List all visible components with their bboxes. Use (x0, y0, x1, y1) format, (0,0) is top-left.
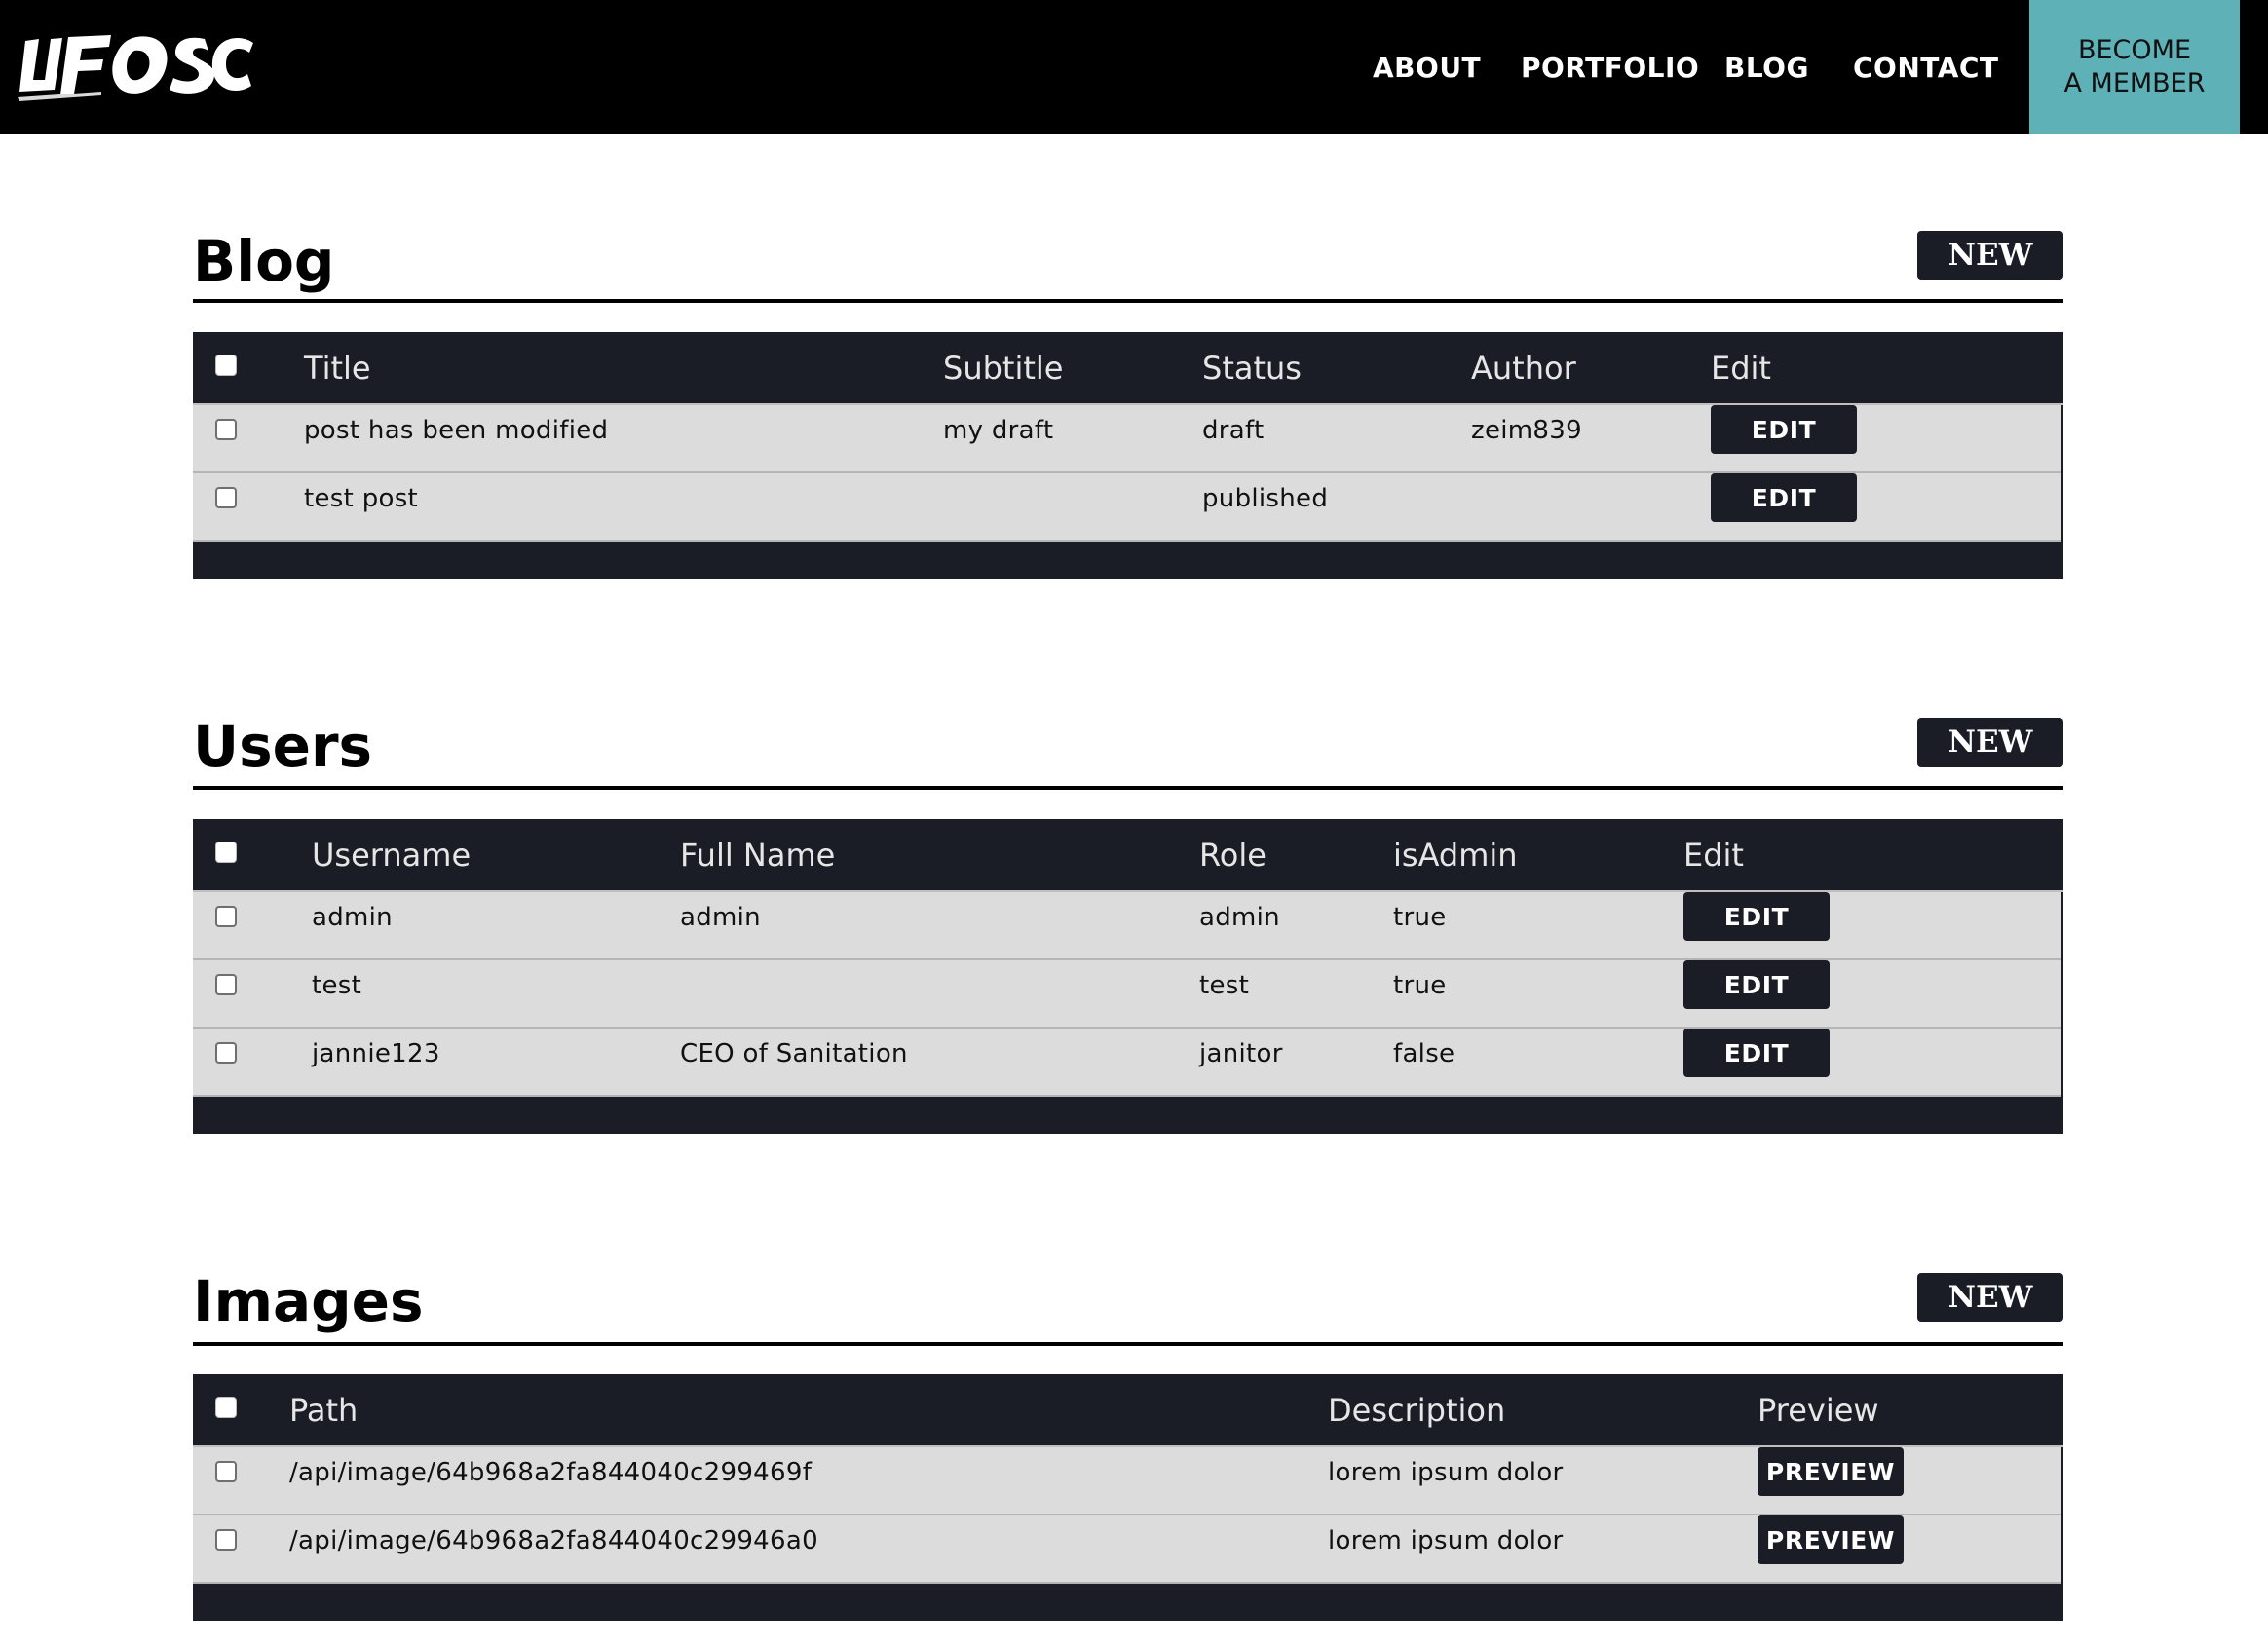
blog-row-subtitle: my draft (943, 416, 1054, 445)
users-row-checkbox[interactable] (215, 1042, 237, 1064)
blog-col-edit: Edit (1711, 349, 1771, 387)
nav-portfolio[interactable]: PORTFOLIO (1521, 0, 1699, 134)
users-edit-button[interactable]: EDIT (1683, 960, 1830, 1009)
users-row-full-name: CEO of Sanitation (680, 1039, 908, 1068)
users-row-role: test (1199, 971, 1250, 1000)
images-col-path: Path (289, 1391, 359, 1429)
blog-table-row: post has been modified my draft draft ze… (193, 405, 2061, 473)
images-row-description: lorem ipsum dolor (1328, 1458, 1564, 1487)
users-new-button[interactable]: NEW (1917, 718, 2063, 767)
blog-row-checkbox[interactable] (215, 487, 237, 508)
users-col-edit: Edit (1683, 836, 1744, 874)
images-row-checkbox[interactable] (215, 1529, 237, 1551)
images-divider (193, 1342, 2063, 1346)
users-col-is-admin: isAdmin (1393, 836, 1518, 874)
users-table-row: admin admin admin true EDIT (193, 892, 2061, 960)
users-table-row: jannie123 CEO of Sanitation janitor fals… (193, 1029, 2061, 1097)
blog-row-status: draft (1202, 416, 1265, 445)
images-table-header: Path Description Preview (193, 1374, 2063, 1447)
blog-row-title: test post (304, 484, 419, 513)
nav-about[interactable]: ABOUT (1373, 0, 1481, 134)
images-col-preview: Preview (1758, 1391, 1879, 1429)
blog-edit-button[interactable]: EDIT (1711, 473, 1857, 522)
users-row-is-admin: true (1393, 971, 1447, 1000)
users-col-username: Username (312, 836, 472, 874)
images-preview-button[interactable]: PREVIEW (1758, 1447, 1904, 1496)
users-section-title: Users (193, 713, 373, 779)
users-row-role: janitor (1199, 1039, 1283, 1068)
blog-col-title: Title (304, 349, 371, 387)
nav-contact[interactable]: CONTACT (1853, 0, 1999, 134)
blog-col-status: Status (1202, 349, 1302, 387)
images-table-row: /api/image/64b968a2fa844040c299469f lore… (193, 1447, 2061, 1515)
users-row-is-admin: true (1393, 903, 1447, 932)
blog-edit-button[interactable]: EDIT (1711, 405, 1857, 454)
blog-row-title: post has been modified (304, 416, 609, 445)
blog-new-button[interactable]: NEW (1917, 231, 2063, 280)
users-table-row: test test true EDIT (193, 960, 2061, 1029)
site-logo[interactable] (14, 23, 257, 111)
users-table-footer (193, 1097, 2063, 1134)
cta-line-1: BECOME (2077, 35, 2192, 65)
users-row-username: jannie123 (312, 1039, 440, 1068)
users-row-checkbox[interactable] (215, 974, 237, 995)
top-navbar: ABOUT PORTFOLIO BLOG CONTACT BECOME A ME… (0, 0, 2268, 134)
users-row-checkbox[interactable] (215, 906, 237, 927)
blog-col-subtitle: Subtitle (943, 349, 1064, 387)
blog-row-checkbox[interactable] (215, 419, 237, 440)
images-row-path: /api/image/64b968a2fa844040c29946a0 (289, 1526, 818, 1555)
users-row-is-admin: false (1393, 1039, 1455, 1068)
blog-row-author: zeim839 (1471, 416, 1582, 445)
users-edit-button[interactable]: EDIT (1683, 892, 1830, 941)
images-preview-button[interactable]: PREVIEW (1758, 1515, 1904, 1564)
blog-table-header: Title Subtitle Status Author Edit (193, 332, 2063, 405)
users-row-username: admin (312, 903, 393, 932)
images-table: Path Description Preview /api/image/64b9… (193, 1374, 2063, 1621)
images-row-path: /api/image/64b968a2fa844040c299469f (289, 1458, 813, 1487)
blog-col-author: Author (1471, 349, 1576, 387)
images-row-checkbox[interactable] (215, 1461, 237, 1482)
blog-table: Title Subtitle Status Author Edit post h… (193, 332, 2063, 579)
blog-select-all-checkbox[interactable] (215, 355, 237, 376)
nav-blog[interactable]: BLOG (1724, 0, 1809, 134)
users-row-full-name: admin (680, 903, 761, 932)
users-edit-button[interactable]: EDIT (1683, 1029, 1830, 1077)
images-table-footer (193, 1584, 2063, 1621)
images-new-button[interactable]: NEW (1917, 1273, 2063, 1322)
images-section-title: Images (193, 1268, 424, 1334)
users-col-role: Role (1199, 836, 1266, 874)
users-table-header: Username Full Name Role isAdmin Edit (193, 819, 2063, 892)
blog-divider (193, 299, 2063, 303)
users-table: Username Full Name Role isAdmin Edit adm… (193, 819, 2063, 1134)
images-col-description: Description (1328, 1391, 1506, 1429)
images-table-row: /api/image/64b968a2fa844040c29946a0 lore… (193, 1515, 2061, 1584)
images-row-description: lorem ipsum dolor (1328, 1526, 1564, 1555)
cta-line-2: A MEMBER (2063, 68, 2206, 98)
blog-section-title: Blog (193, 228, 335, 294)
users-row-username: test (312, 971, 362, 1000)
blog-row-status: published (1202, 484, 1329, 513)
users-divider (193, 786, 2063, 790)
users-select-all-checkbox[interactable] (215, 842, 237, 863)
blog-table-row: test post published EDIT (193, 473, 2061, 542)
blog-table-footer (193, 542, 2063, 579)
images-select-all-checkbox[interactable] (215, 1397, 237, 1418)
users-col-full-name: Full Name (680, 836, 836, 874)
users-row-role: admin (1199, 903, 1280, 932)
become-member-button[interactable]: BECOME A MEMBER (2029, 0, 2240, 134)
